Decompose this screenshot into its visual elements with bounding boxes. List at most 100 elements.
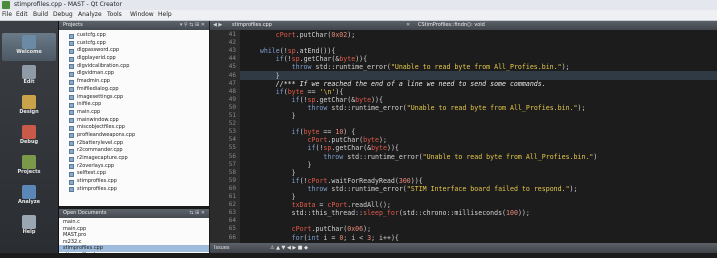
mode-analyze[interactable]: Analyze [2, 183, 56, 211]
welcome-icon [22, 35, 36, 49]
project-file-item[interactable]: dlgvidman.cpp [69, 70, 135, 78]
help-icon [22, 215, 36, 229]
project-file-name: stimprofiles.cpp [77, 186, 117, 192]
project-file-name: fmadmin.cpp [77, 78, 110, 84]
line-number: 58 [210, 169, 236, 176]
menu-window[interactable]: Window [130, 10, 154, 20]
menu-file[interactable]: File [2, 10, 12, 20]
line-number: 48 [210, 88, 236, 95]
output-pane-buttons[interactable]: ⚠ ▲ ▼ ◀ ▶ ■ ◆ [270, 243, 308, 253]
code-line: if(!sp.getChar(&byte)){ [308, 144, 399, 152]
project-file-name: custcfg.cpp [77, 32, 106, 38]
code-token: txData [292, 201, 316, 209]
projects-panel-tools[interactable]: ▾ ⚲ ⇆ ⊞ ✕ [180, 21, 205, 30]
code-token: ); [570, 185, 578, 193]
project-file-item[interactable]: miscobjectfiles.cpp [69, 124, 135, 132]
code-line: } [308, 161, 312, 169]
line-number: 46 [210, 72, 236, 79]
menu-build[interactable]: Build [33, 10, 48, 20]
cpp-file-icon [69, 149, 74, 154]
project-file-name: r2overlays.cpp [77, 163, 114, 169]
project-file-item[interactable]: fmadmin.cpp [69, 78, 135, 86]
project-file-item[interactable]: dlgpassword.cpp [69, 47, 135, 55]
projects-panel-title: Projects [63, 21, 83, 30]
menu-edit[interactable]: Edit [16, 10, 28, 20]
mode-design[interactable]: Design [2, 93, 56, 121]
menu-analyze[interactable]: Analyze [78, 10, 102, 20]
code-line: if(byte == '\n'){ [276, 88, 344, 96]
code-token: )) [355, 55, 363, 63]
code-token: sp [292, 55, 300, 63]
project-file-item[interactable]: r2overlays.cpp [69, 163, 135, 171]
nav-back-forward[interactable]: ◀ ▶ [213, 21, 222, 30]
project-file-item[interactable]: main.cpp [69, 109, 135, 117]
cpp-file-icon [69, 157, 74, 162]
code-token: .putChar( [296, 31, 332, 39]
code-token: 0x06 [347, 225, 363, 233]
project-file-item[interactable]: stimprofiles.cpp [69, 186, 135, 194]
project-file-item[interactable]: r2batterylevel.cpp [69, 140, 135, 148]
menu-debug[interactable]: Debug [53, 10, 73, 20]
mode-projects[interactable]: Projects [2, 153, 56, 181]
project-file-item[interactable]: r2commander.cpp [69, 147, 135, 155]
code-token: //*** If we reached the end of a line we… [276, 80, 546, 88]
project-file-item[interactable]: custcfg.cpp [69, 40, 135, 48]
code-token: byte [304, 128, 320, 136]
line-number: 47 [210, 80, 236, 87]
code-token: "Unable to read byte from All_Profies.bi… [407, 104, 578, 112]
project-file-name: miscobjectfiles.cpp [77, 124, 125, 130]
code-token: std::runtime_error( [311, 63, 390, 71]
open-document-item[interactable]: stimprofiles.h [59, 252, 209, 258]
open-documents-title: Open Documents [63, 209, 106, 218]
code-line: if(!sp.getChar(&byte)){ [292, 96, 383, 104]
menu-tools[interactable]: Tools [107, 10, 122, 20]
mode-debug[interactable]: Debug [2, 123, 56, 151]
open-documents-tools[interactable]: ⇆ ⊞ ✕ [189, 209, 205, 218]
mode-label: Design [2, 109, 56, 116]
line-number: 55 [210, 144, 236, 151]
code-token: .getChar(& [331, 144, 371, 152]
project-file-item[interactable]: dlgvidcalibration.cpp [69, 63, 135, 71]
code-token: 100 [506, 209, 518, 217]
open-documents-header: Open Documents ⇆ ⊞ ✕ [59, 209, 209, 218]
code-line: throw std::runtime_error("Unable to read… [292, 63, 570, 71]
code-token: while [260, 47, 280, 55]
code-token: cPort [292, 225, 312, 233]
project-file-name: dlgvidcalibration.cpp [77, 63, 129, 69]
project-file-name: mainwindow.cpp [77, 117, 119, 123]
line-number: 57 [210, 161, 236, 168]
project-file-item[interactable]: stimprofiles.cpp [69, 178, 135, 186]
code-line: //*** If we reached the end of a line we… [276, 80, 546, 88]
project-file-item[interactable]: custcfg.cpp [69, 32, 135, 40]
project-file-item[interactable]: r2imagecapture.cpp [69, 155, 135, 163]
mode-welcome[interactable]: Welcome [2, 33, 56, 61]
code-token: byte [355, 96, 371, 104]
mode-edit[interactable]: Edit [2, 63, 56, 91]
code-token: ){ [335, 88, 343, 96]
code-line: cPort.putChar(byte); [308, 136, 387, 144]
code-token: if [276, 55, 284, 63]
code-token: } [292, 112, 296, 120]
cpp-file-icon [69, 41, 74, 46]
project-file-item[interactable]: fmifiledialog.cpp [69, 86, 135, 94]
menu-help[interactable]: Help [158, 10, 172, 20]
code-token: ) [593, 153, 597, 161]
project-file-item[interactable]: dlgplayerid.cpp [69, 55, 135, 63]
mode-help[interactable]: Help [2, 213, 56, 241]
code-editor[interactable]: 4142434445464748495051525354555657585960… [210, 30, 717, 243]
project-file-item[interactable]: inifile.cpp [69, 101, 135, 109]
cpp-file-icon [69, 57, 74, 62]
editor-tab-file[interactable]: stimprofiles.cpp [232, 21, 272, 30]
project-file-item[interactable]: imagesettings.cpp [69, 94, 135, 102]
close-icon[interactable]: ✕ [406, 21, 410, 30]
project-file-item[interactable]: mainwindow.cpp [69, 117, 135, 125]
line-number: 64 [210, 217, 236, 224]
symbol-selector[interactable]: CStimProfiles::findn(): void [418, 21, 485, 30]
issues-tab[interactable]: Issues [214, 243, 230, 253]
project-file-item[interactable]: selftest.cpp [69, 170, 135, 178]
code-token: { [363, 55, 367, 63]
cpp-file-icon [69, 87, 74, 92]
code-line: } [276, 72, 280, 80]
project-file-item[interactable]: profileandweapons.cpp [69, 132, 135, 140]
cpp-file-icon [69, 64, 74, 69]
